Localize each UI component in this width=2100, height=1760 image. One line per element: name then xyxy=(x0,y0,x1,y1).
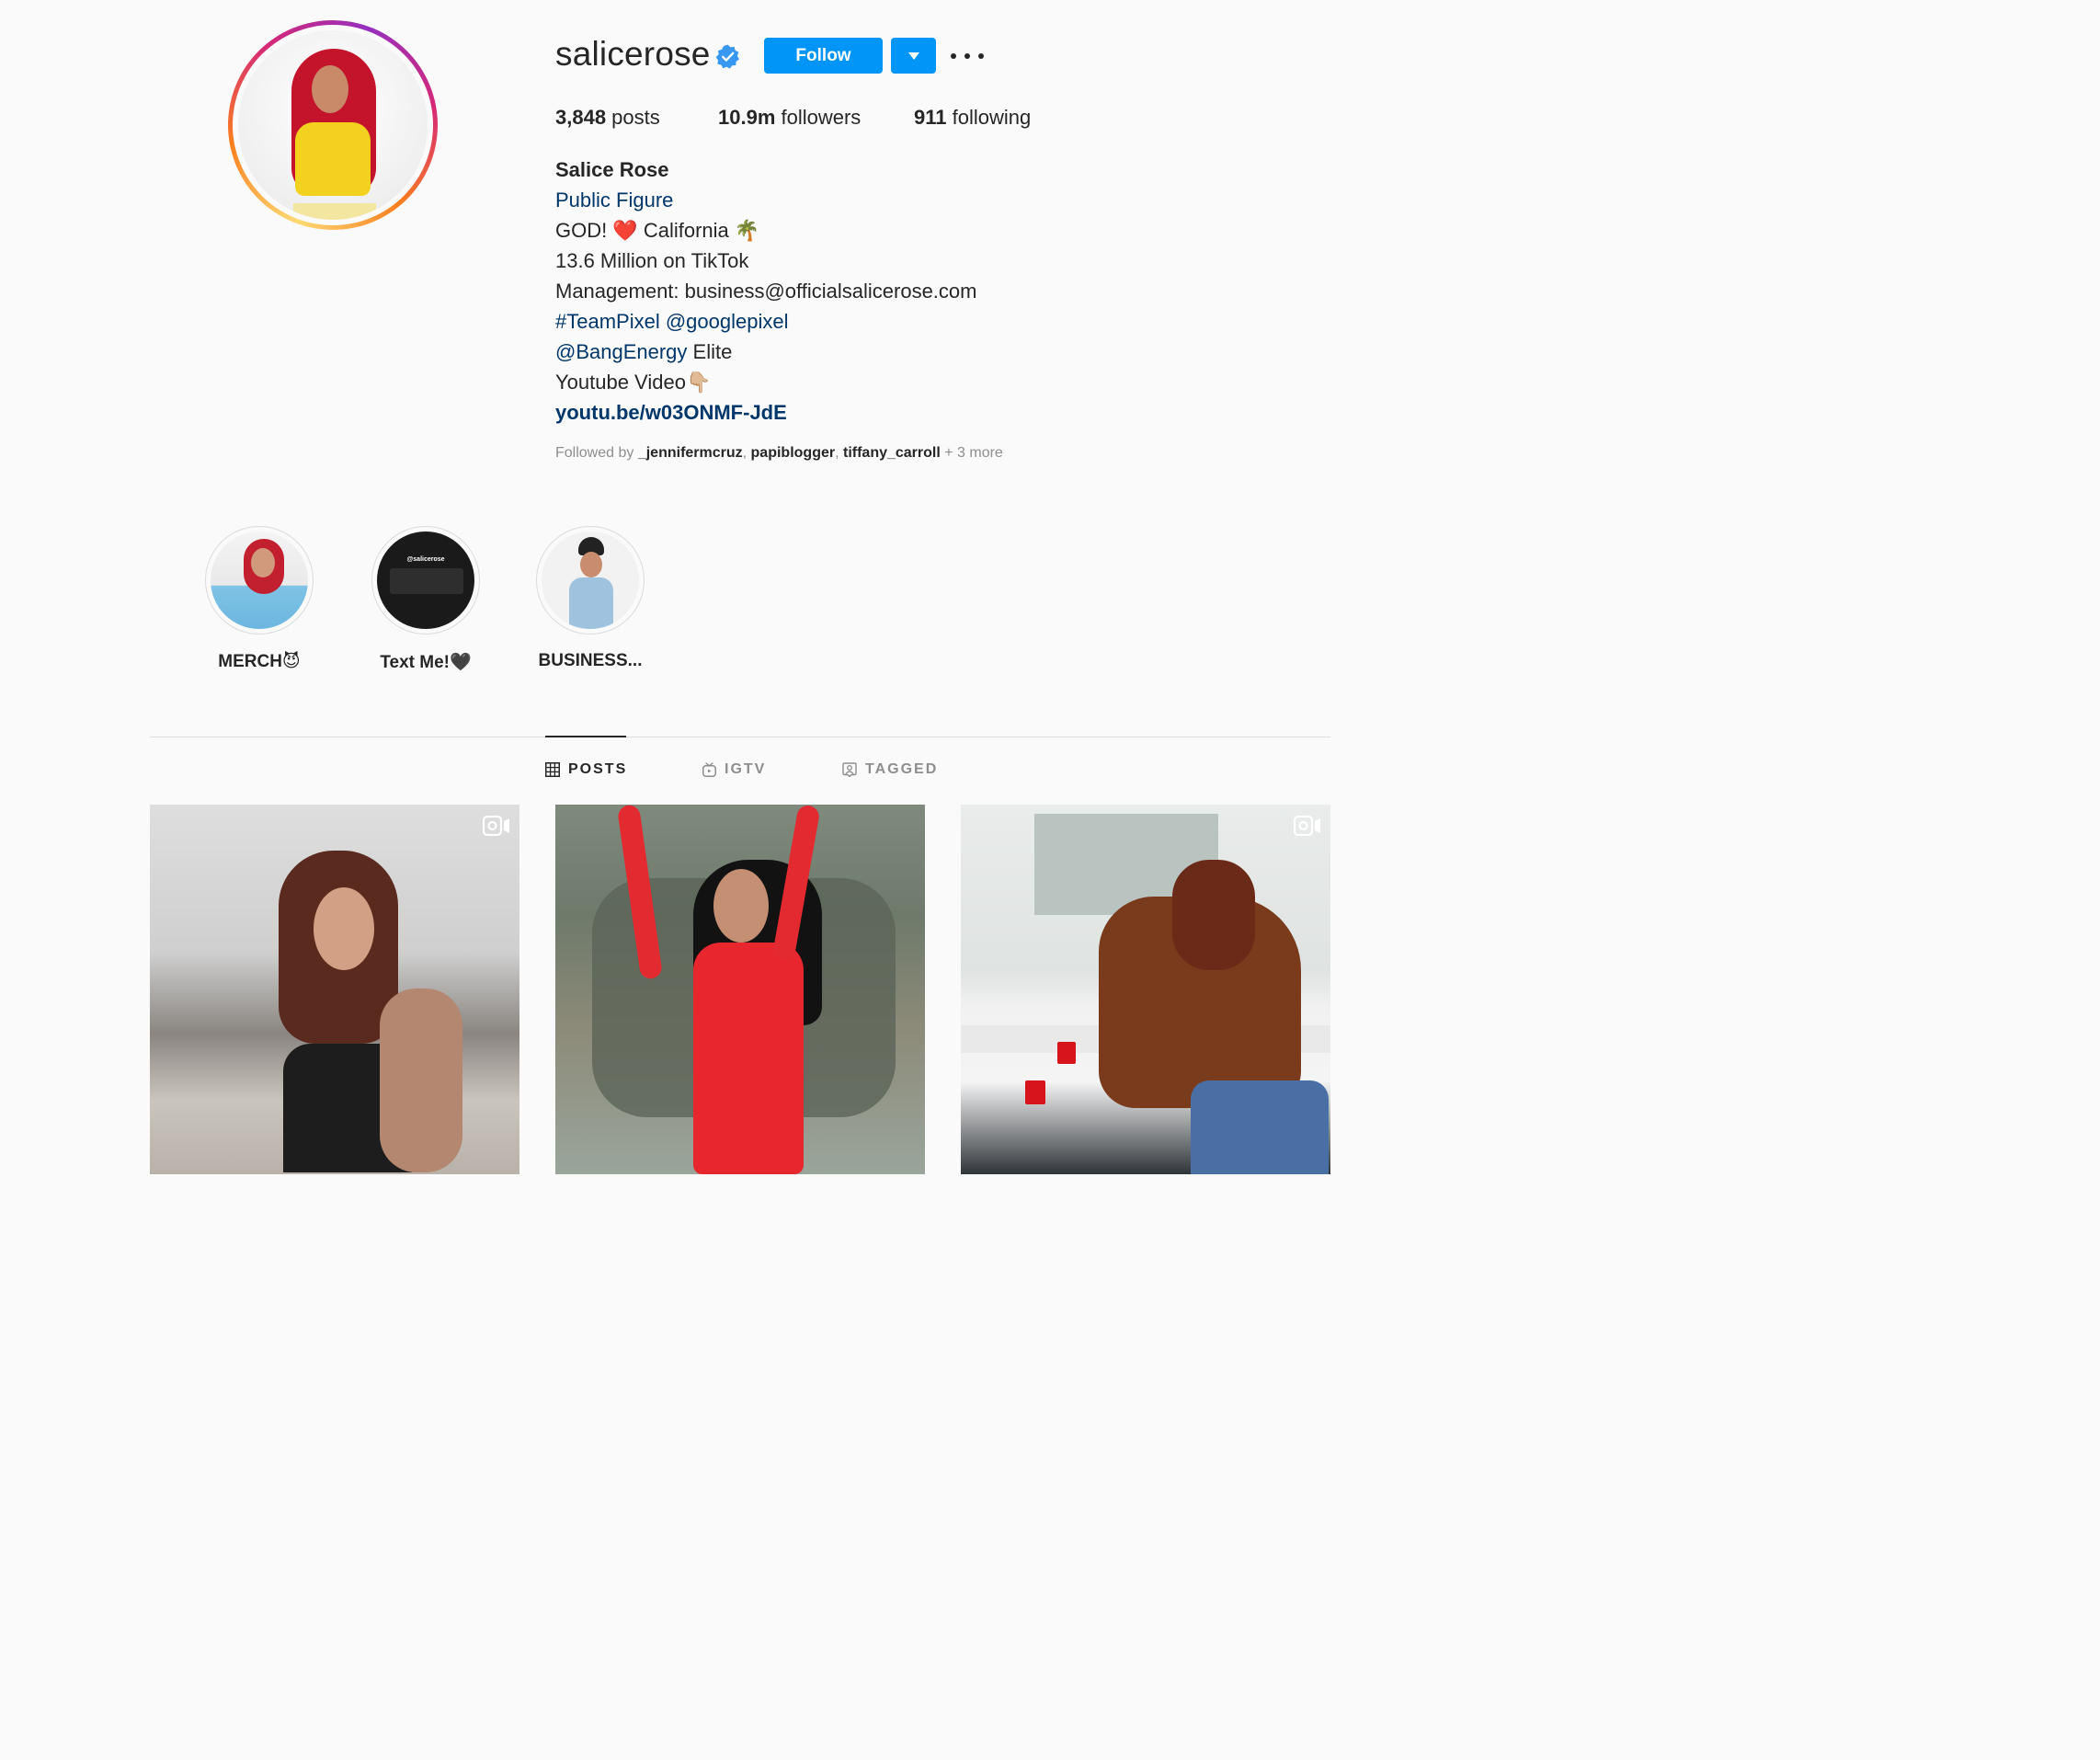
highlight-merch[interactable]: MERCH😈 xyxy=(177,526,342,672)
caret-down-icon xyxy=(907,51,919,60)
post-thumbnail[interactable] xyxy=(961,805,1330,1174)
tab-posts[interactable]: POSTS xyxy=(545,761,627,778)
follower-username: _jennifermcruz xyxy=(637,445,743,461)
more-dot-icon xyxy=(951,53,956,59)
posts-count: 3,848 posts xyxy=(555,106,660,129)
follower-username: papiblogger xyxy=(750,445,836,461)
pointing-down-icon: 👇🏼 xyxy=(685,371,712,394)
tab-tagged[interactable]: TAGGED xyxy=(842,761,938,778)
bio-line-bang: @BangEnergy Elite xyxy=(555,340,733,363)
mention-googlepixel-link[interactable]: @googlepixel xyxy=(666,310,789,333)
suggested-dropdown-button[interactable] xyxy=(891,38,936,74)
followers-link[interactable]: 10.9m followers xyxy=(718,106,861,130)
avatar-image xyxy=(238,30,428,220)
igtv-icon xyxy=(702,762,716,777)
bio-line-tiktok: 13.6 Million on TikTok xyxy=(555,249,749,272)
bio-line-pixel: #TeamPixel @googlepixel xyxy=(555,309,789,335)
heart-icon: ❤️ xyxy=(612,219,638,242)
highlight-text-me-cover: @salicerose xyxy=(377,531,474,629)
highlight-business-cover xyxy=(542,531,639,629)
hashtag-link[interactable]: #TeamPixel xyxy=(555,310,660,333)
following-link[interactable]: 911 following xyxy=(914,106,1031,130)
mention-bangenergy-link[interactable]: @BangEnergy xyxy=(555,340,687,363)
tab-igtv[interactable]: IGTV xyxy=(702,761,766,778)
palm-tree-icon: 🌴 xyxy=(734,219,760,242)
verified-badge-icon xyxy=(715,44,739,69)
bio-line-god: GOD! ❤️ California 🌴 xyxy=(555,219,760,242)
more-options-button[interactable] xyxy=(951,44,984,68)
profile-avatar[interactable] xyxy=(228,20,438,230)
follow-button[interactable]: Follow xyxy=(764,38,883,74)
tagged-icon xyxy=(842,762,857,777)
full-name: Salice Rose xyxy=(555,158,669,181)
bio-line-youtube: Youtube Video👇🏼 xyxy=(555,371,712,394)
profile-username: salicerose xyxy=(555,35,711,73)
active-tab-indicator xyxy=(545,736,626,737)
highlight-merch-cover xyxy=(211,531,308,629)
followed-by[interactable]: Followed by _jennifermcruz, papiblogger,… xyxy=(555,445,1003,462)
post-thumbnail[interactable] xyxy=(150,805,519,1174)
bio-line-management: Management: business@officialsalicerose.… xyxy=(555,280,977,303)
reel-icon xyxy=(483,816,509,836)
reel-icon xyxy=(1294,816,1320,836)
highlight-text-me[interactable]: @salicerose Text Me!🖤 xyxy=(343,526,508,673)
highlight-business[interactable]: BUSINESS... xyxy=(508,526,673,671)
external-link[interactable]: youtu.be/w03ONMF-JdE xyxy=(555,400,787,426)
follower-username: tiffany_carroll xyxy=(842,445,941,461)
category-label: Public Figure xyxy=(555,189,674,211)
grid-icon xyxy=(545,762,560,777)
post-thumbnail[interactable] xyxy=(555,805,925,1174)
